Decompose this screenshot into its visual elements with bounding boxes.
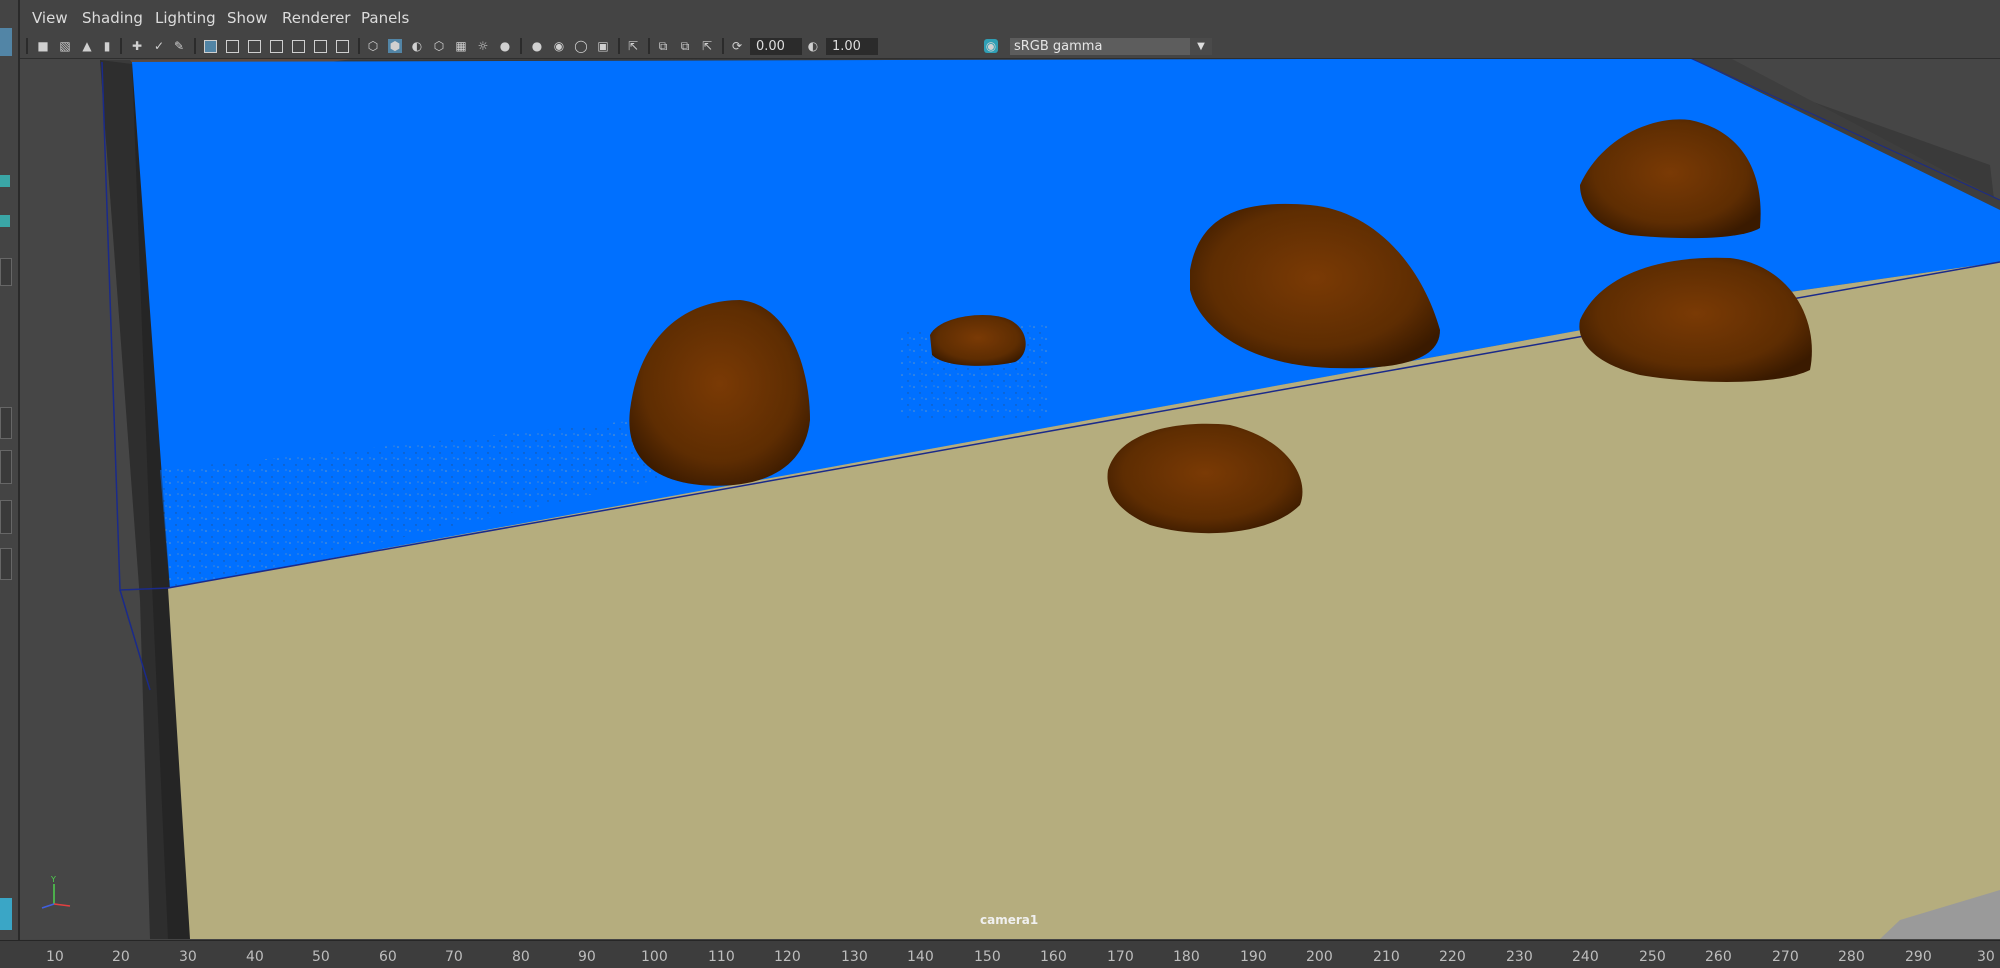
tick-label: 290: [1905, 949, 1932, 965]
grid-icon[interactable]: [204, 40, 217, 53]
camera-attributes-icon[interactable]: ▧: [58, 39, 72, 53]
tick-label: 270: [1772, 949, 1799, 965]
tick-label: 120: [774, 949, 801, 965]
depth-of-field-icon[interactable]: ▣: [596, 39, 610, 53]
lights-icon[interactable]: ☼: [476, 39, 490, 53]
scene-render: [20, 59, 2000, 939]
isolate-select-icon[interactable]: ⇱: [626, 39, 640, 53]
layout-side-button[interactable]: [0, 500, 12, 534]
panel-toolbar: ■ ▧ ▲ ▮ ✚ ✓ ✎ ⬡ ⬢ ◐ ⬡ ▦ ☼ ● ● ◉ ◯ ▣ ⇱ ⧉ …: [20, 34, 2000, 59]
tick-label: 250: [1639, 949, 1666, 965]
exposure-icon[interactable]: ⟳: [730, 39, 744, 53]
tick-label: 20: [112, 949, 130, 965]
tick-label: 70: [445, 949, 463, 965]
motion-blur-icon[interactable]: ◉: [552, 39, 566, 53]
exposure-field[interactable]: 0.00: [750, 38, 802, 55]
select-camera-icon[interactable]: ■: [36, 39, 50, 53]
menu-lighting[interactable]: Lighting: [155, 9, 216, 27]
safe-title-icon[interactable]: [336, 40, 349, 53]
menu-renderer[interactable]: Renderer: [282, 9, 350, 27]
time-slider[interactable]: 10 20 30 40 50 60 70 80 90 100 110 120 1…: [0, 940, 2000, 968]
two-d-pan-zoom-icon[interactable]: ✚: [130, 39, 144, 53]
tick-label: 60: [379, 949, 397, 965]
textured-icon[interactable]: ▦: [454, 39, 468, 53]
tick-label: 220: [1439, 949, 1466, 965]
image-plane-icon[interactable]: ▮: [100, 39, 114, 53]
color-space-dropdown[interactable]: sRGB gamma ▼: [1010, 38, 1212, 55]
tick-label: 110: [708, 949, 735, 965]
safe-action-icon[interactable]: [314, 40, 327, 53]
tick-label: 130: [841, 949, 868, 965]
tick-label: 170: [1107, 949, 1134, 965]
left-tool-strip: [0, 0, 20, 967]
smooth-shade-icon[interactable]: ⬢: [388, 39, 402, 53]
tick-label: 30: [179, 949, 197, 965]
tick-label: 180: [1173, 949, 1200, 965]
tick-label: 260: [1705, 949, 1732, 965]
tick-label: 50: [312, 949, 330, 965]
viewport-3d[interactable]: Y: [20, 59, 2000, 939]
xray-components-icon[interactable]: ⇱: [700, 39, 714, 53]
color-management-icon[interactable]: ◉: [984, 39, 998, 53]
tick-label: 160: [1040, 949, 1067, 965]
tick-label: 210: [1373, 949, 1400, 965]
tool-scale-button[interactable]: [0, 258, 12, 286]
anti-aliasing-icon[interactable]: ◯: [574, 39, 588, 53]
tick-label: 40: [246, 949, 264, 965]
tick-label: 200: [1306, 949, 1333, 965]
outliner-button[interactable]: [0, 898, 12, 930]
tick-label: 100: [641, 949, 668, 965]
tick-label: 90: [578, 949, 596, 965]
menu-show[interactable]: Show: [227, 9, 267, 27]
tick-label: 10: [46, 949, 64, 965]
resolution-gate-icon[interactable]: [248, 40, 261, 53]
tick-label: 150: [974, 949, 1001, 965]
rock-small: [930, 315, 1026, 366]
layout-single-button[interactable]: [0, 407, 12, 439]
axis-gizmo: Y: [41, 876, 71, 909]
screen-space-ao-icon[interactable]: ●: [530, 39, 544, 53]
tool-move-button[interactable]: [0, 175, 10, 187]
field-chart-icon[interactable]: [292, 40, 305, 53]
tick-label: 30: [1977, 949, 1995, 965]
layout-four-button[interactable]: [0, 450, 12, 484]
axis-y-label: Y: [50, 876, 56, 884]
wireframe-icon[interactable]: ⬡: [366, 39, 380, 53]
menu-shading[interactable]: Shading: [82, 9, 143, 27]
tool-select-button[interactable]: [0, 28, 12, 56]
tool-rotate-button[interactable]: [0, 215, 10, 227]
xray-joints-icon[interactable]: ⧉: [678, 39, 692, 53]
default-material-icon[interactable]: ◐: [410, 39, 424, 53]
menu-view[interactable]: View: [32, 9, 68, 27]
gamma-field[interactable]: 1.00: [826, 38, 878, 55]
tick-label: 280: [1838, 949, 1865, 965]
tick-label: 140: [907, 949, 934, 965]
tick-label: 190: [1240, 949, 1267, 965]
tick-label: 80: [512, 949, 530, 965]
gate-mask-icon[interactable]: [270, 40, 283, 53]
chevron-down-icon: ▼: [1190, 38, 1212, 55]
camera-name-label: camera1: [980, 913, 1039, 927]
grease-pencil-icon[interactable]: ✓: [152, 39, 166, 53]
xray-icon[interactable]: ⧉: [656, 39, 670, 53]
menu-panels[interactable]: Panels: [361, 9, 409, 27]
gamma-icon[interactable]: ◐: [806, 39, 820, 53]
tick-label: 230: [1506, 949, 1533, 965]
tick-label: 240: [1572, 949, 1599, 965]
film-gate-icon[interactable]: [226, 40, 239, 53]
pencil-icon[interactable]: ✎: [172, 39, 186, 53]
wireframe-on-shaded-icon[interactable]: ⬡: [432, 39, 446, 53]
color-space-value: sRGB gamma: [1014, 39, 1103, 54]
panel-menu-bar: View Shading Lighting Show Renderer Pane…: [20, 0, 2000, 35]
bookmark-icon[interactable]: ▲: [80, 39, 94, 53]
shadows-icon[interactable]: ●: [498, 39, 512, 53]
layout-persp-button[interactable]: [0, 548, 12, 580]
